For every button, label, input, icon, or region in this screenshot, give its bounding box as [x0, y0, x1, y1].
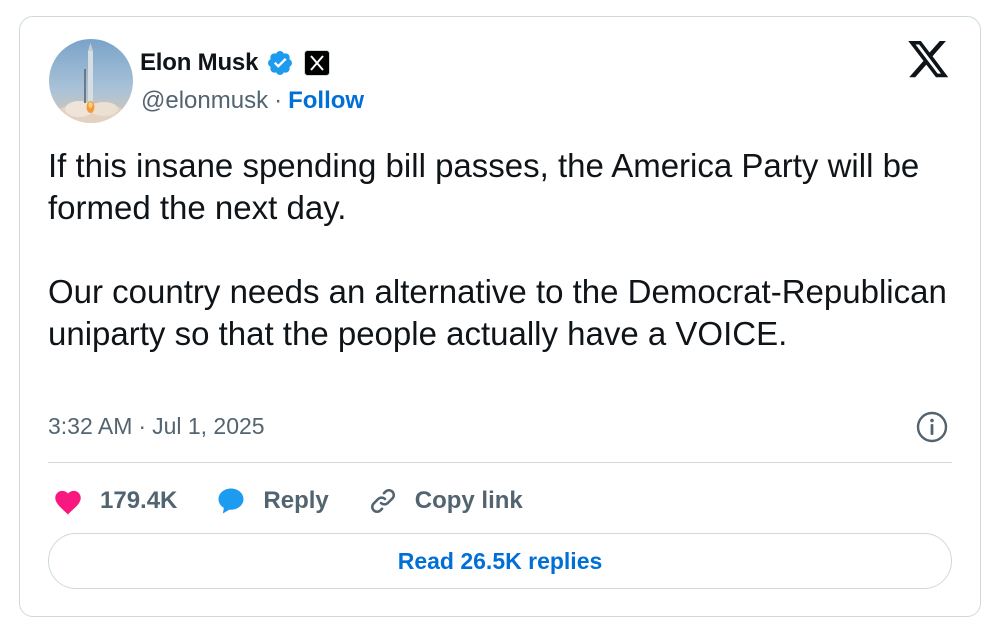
- rocket-launch-avatar-icon: [49, 39, 133, 123]
- author-handle[interactable]: @elonmusk: [141, 87, 268, 115]
- copy-link-label: Copy link: [414, 487, 523, 514]
- divider: [48, 462, 952, 463]
- tweet-date: Jul 1, 2025: [152, 413, 265, 439]
- x-logo-icon[interactable]: [908, 41, 950, 79]
- reply-label: Reply: [263, 487, 329, 514]
- read-replies-button[interactable]: Read 26.5K replies: [48, 533, 952, 589]
- author-name-row: Elon Musk: [140, 47, 331, 79]
- reply-bubble-icon: [218, 488, 244, 514]
- info-icon[interactable]: [916, 411, 948, 443]
- tweet-text: If this insane spending bill passes, the…: [48, 147, 947, 352]
- avatar[interactable]: [49, 39, 133, 123]
- handle-separator: ·: [274, 87, 283, 114]
- follow-button[interactable]: Follow: [288, 87, 364, 115]
- timestamp-separator: ·: [138, 413, 147, 439]
- author-handle-row: @elonmusk · Follow: [141, 87, 364, 115]
- like-button[interactable]: 179.4K: [52, 487, 177, 515]
- link-icon: [370, 489, 395, 513]
- like-count: 179.4K: [100, 487, 178, 514]
- verified-badge-icon: [266, 49, 294, 77]
- reply-button[interactable]: Reply: [215, 486, 329, 516]
- action-bar: 179.4K Reply Copy link: [52, 481, 561, 521]
- copy-link-button[interactable]: Copy link: [367, 485, 523, 517]
- author-display-name[interactable]: Elon Musk: [140, 49, 258, 77]
- tweet-timestamp[interactable]: 3:32 AM · Jul 1, 2025: [48, 413, 265, 440]
- tweet-card: Elon Musk @elonmusk · Follow If this ins…: [19, 16, 981, 617]
- tweet-time: 3:32 AM: [48, 413, 133, 439]
- heart-icon: [55, 490, 81, 515]
- x-affiliation-icon: [304, 50, 331, 76]
